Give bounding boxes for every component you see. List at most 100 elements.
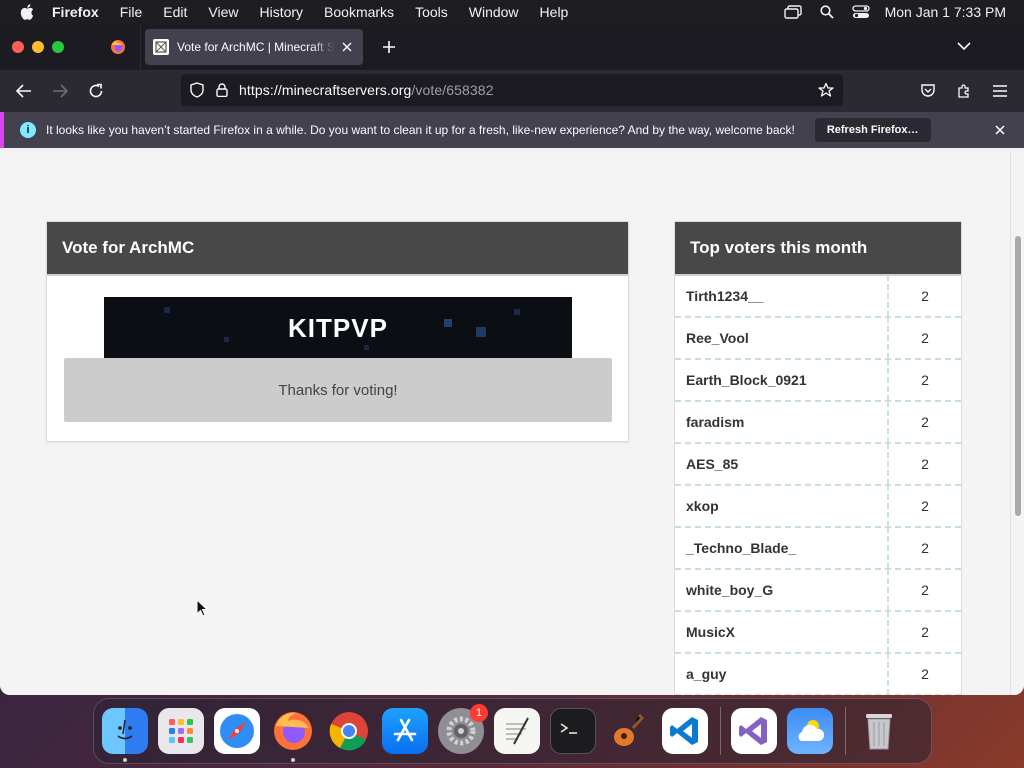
menu-history[interactable]: History xyxy=(259,4,303,20)
notification-close-icon[interactable] xyxy=(992,122,1008,138)
voter-name: a_guy xyxy=(675,653,889,695)
banner-pixel-decoration xyxy=(476,327,486,337)
dock-trash[interactable] xyxy=(856,708,902,754)
zoom-window-button[interactable] xyxy=(52,41,64,53)
dock-launchpad[interactable] xyxy=(158,708,204,754)
menu-bar: Firefox File Edit View History Bookmarks… xyxy=(0,0,1024,24)
reload-button[interactable] xyxy=(82,77,110,105)
vote-card: Vote for ArchMC KITPVP Thanks for voting… xyxy=(46,221,629,442)
spotlight-search-icon[interactable] xyxy=(817,4,837,20)
trash-icon xyxy=(866,714,892,750)
top-voters-card: Top voters this month Tirth1234__ 2 Ree_V… xyxy=(674,221,962,695)
vote-card-title: Vote for ArchMC xyxy=(47,222,628,276)
banner-pixel-decoration xyxy=(164,307,170,313)
banner-pixel-decoration xyxy=(514,309,520,315)
url-bar[interactable]: https://minecraftservers.org/vote/658382 xyxy=(181,74,843,106)
voter-name: MusicX xyxy=(675,611,889,653)
dock-visual-studio[interactable] xyxy=(731,708,777,754)
tab-active[interactable]: Vote for ArchMC | Minecraft Ser xyxy=(145,29,363,65)
banner-title: KITPVP xyxy=(288,312,388,343)
dock-terminal[interactable] xyxy=(550,708,596,754)
dock-system-settings[interactable]: 1 xyxy=(438,704,488,754)
voter-row: Tirth1234__ 2 xyxy=(675,275,961,318)
textedit-icon xyxy=(506,717,529,745)
back-button[interactable] xyxy=(10,77,38,105)
voter-name: Tirth1234__ xyxy=(675,275,889,317)
dock-app-store[interactable] xyxy=(382,708,428,754)
voter-row: AES_85 2 xyxy=(675,443,961,486)
list-all-tabs-button[interactable] xyxy=(954,36,974,56)
banner-pixel-decoration xyxy=(224,337,229,342)
voter-name: white_boy_G xyxy=(675,569,889,611)
scrollbar-thumb[interactable] xyxy=(1015,236,1021,516)
browser-window: Vote for ArchMC | Minecraft Ser https://… xyxy=(0,24,1024,695)
extensions-button[interactable] xyxy=(952,79,976,103)
new-tab-button[interactable] xyxy=(375,33,403,61)
weather-cloud-icon xyxy=(798,720,825,741)
dock-separator xyxy=(845,707,846,755)
tab-close-icon[interactable] xyxy=(339,39,355,55)
voter-count: 2 xyxy=(921,372,929,388)
chevron-down-icon xyxy=(957,42,971,51)
lock-icon[interactable] xyxy=(213,81,231,99)
menu-edit[interactable]: Edit xyxy=(163,4,187,20)
menu-file[interactable]: File xyxy=(120,4,143,20)
vscode-icon xyxy=(670,717,698,745)
url-text[interactable]: https://minecraftservers.org/vote/658382 xyxy=(239,82,494,98)
menu-tools[interactable]: Tools xyxy=(415,4,448,20)
apple-icon[interactable] xyxy=(16,0,38,24)
minecraftservers-favicon-icon xyxy=(153,39,169,55)
tracking-protection-shield-icon[interactable] xyxy=(188,81,206,99)
page-scrollbar[interactable] xyxy=(1010,151,1024,695)
firefox-icon xyxy=(274,712,312,750)
chrome-icon xyxy=(329,712,368,751)
arrow-right-icon xyxy=(53,84,68,98)
menu-help[interactable]: Help xyxy=(540,4,569,20)
voter-count: 2 xyxy=(921,330,929,346)
voter-row: MusicX 2 xyxy=(675,611,961,654)
menu-window[interactable]: Window xyxy=(469,4,519,20)
dock-chrome[interactable] xyxy=(326,708,372,754)
server-banner[interactable]: KITPVP xyxy=(104,297,572,359)
notification-message: It looks like you haven’t started Firefo… xyxy=(46,123,795,137)
pinned-firefox-tab[interactable] xyxy=(96,24,140,70)
app-menu-button[interactable] xyxy=(988,79,1012,103)
tab-divider xyxy=(140,24,141,70)
menu-bookmarks[interactable]: Bookmarks xyxy=(324,4,394,20)
voter-name: xkop xyxy=(675,485,889,527)
screen-mirroring-icon[interactable] xyxy=(783,4,803,20)
web-page-content: Vote for ArchMC KITPVP Thanks for voting… xyxy=(0,151,1010,695)
voter-row: faradism 2 xyxy=(675,401,961,444)
control-center-icon[interactable] xyxy=(851,4,871,20)
dock-finder[interactable] xyxy=(102,708,148,762)
close-window-button[interactable] xyxy=(12,41,24,53)
dock-firefox[interactable] xyxy=(270,708,316,762)
dock-safari[interactable] xyxy=(214,708,260,754)
tab-title: Vote for ArchMC | Minecraft Ser xyxy=(177,40,335,54)
finder-icon xyxy=(117,719,133,740)
pocket-button[interactable] xyxy=(916,79,940,103)
dock: 1 xyxy=(93,698,932,764)
bookmark-star-icon[interactable] xyxy=(817,81,835,99)
voter-count: 2 xyxy=(921,582,929,598)
voter-row: Ree_Vool 2 xyxy=(675,317,961,360)
dock-vscode[interactable] xyxy=(662,708,708,754)
window-controls xyxy=(12,41,72,53)
top-voters-title: Top voters this month xyxy=(675,222,961,276)
menu-view[interactable]: View xyxy=(208,4,238,20)
menu-clock[interactable]: Mon Jan 1 7:33 PM xyxy=(885,4,1006,20)
refresh-firefox-notification: i It looks like you haven’t started Fire… xyxy=(0,112,1024,148)
forward-button[interactable] xyxy=(46,77,74,105)
dock-garageband[interactable] xyxy=(606,708,652,754)
firefox-icon xyxy=(111,40,125,54)
menu-app-name[interactable]: Firefox xyxy=(52,4,99,20)
dock-textedit[interactable] xyxy=(494,708,540,754)
thanks-for-voting-message: Thanks for voting! xyxy=(64,358,612,422)
dock-weather[interactable] xyxy=(787,708,833,754)
minimize-window-button[interactable] xyxy=(32,41,44,53)
voter-count: 2 xyxy=(921,456,929,472)
voter-row: Earth_Block_0921 2 xyxy=(675,359,961,402)
refresh-firefox-button[interactable]: Refresh Firefox… xyxy=(814,118,931,142)
hamburger-menu-icon xyxy=(993,85,1007,97)
reload-icon xyxy=(89,83,103,98)
